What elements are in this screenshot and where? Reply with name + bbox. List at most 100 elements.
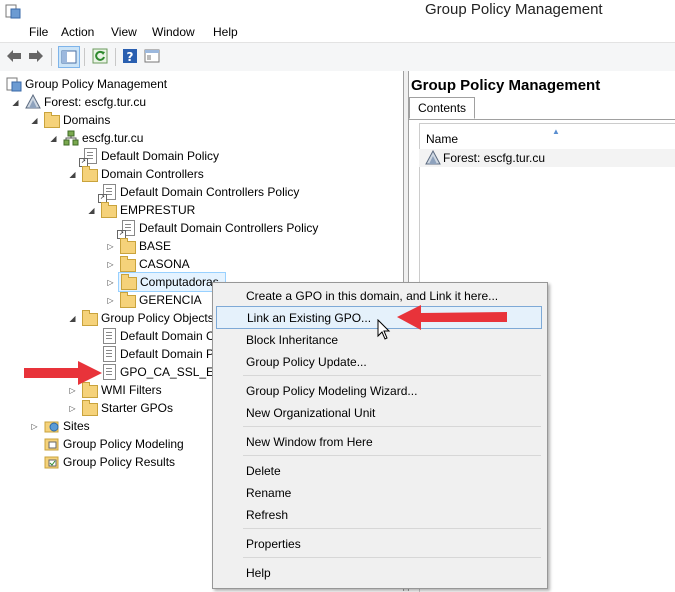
menu-item-delete[interactable]: Delete xyxy=(216,460,542,481)
collapse-icon[interactable]: ◢ xyxy=(68,314,77,323)
svg-text:?: ? xyxy=(127,50,134,64)
tree-node-casona[interactable]: CASONA xyxy=(120,255,190,273)
tree-node-domain-controllers[interactable]: Domain Controllers xyxy=(82,165,204,183)
menu-item-help[interactable]: Help xyxy=(216,562,542,583)
collapse-icon[interactable]: ◢ xyxy=(87,206,96,215)
tree-label: Default Domain Controllers Policy xyxy=(120,185,300,199)
gpm-app-icon xyxy=(5,4,21,19)
tree-node-gpo-default-dp[interactable]: Default Domain P xyxy=(101,345,214,363)
menu-item-new-window[interactable]: New Window from Here xyxy=(216,431,542,452)
folder-icon xyxy=(82,400,98,416)
tree-label: Group Policy Modeling xyxy=(63,437,184,451)
menu-item-refresh[interactable]: Refresh xyxy=(216,504,542,525)
forest-icon xyxy=(25,94,41,109)
tree-label: Forest: escfg.tur.cu xyxy=(44,95,147,109)
menu-action[interactable]: Action xyxy=(61,25,94,39)
tree-node-base[interactable]: BASE xyxy=(120,237,171,255)
gpm-icon xyxy=(6,77,22,92)
menu-item-gp-update[interactable]: Group Policy Update... xyxy=(216,351,542,372)
list-item[interactable]: Forest: escfg.tur.cu xyxy=(419,149,675,167)
tree-node-gpo-container[interactable]: Group Policy Objects xyxy=(82,309,214,327)
properties-icon[interactable] xyxy=(143,47,161,65)
back-arrow-icon[interactable] xyxy=(5,47,23,65)
tree-node-computadoras[interactable]: Computadoras xyxy=(118,272,226,292)
tree-label: WMI Filters xyxy=(101,383,162,397)
tree-node-default-domain-policy[interactable]: ↗ Default Domain Policy xyxy=(79,147,219,167)
expand-icon[interactable]: ▷ xyxy=(106,242,115,251)
help-icon[interactable]: ? xyxy=(121,47,139,65)
tree-node-emprestur[interactable]: EMPRESTUR xyxy=(101,201,195,219)
tree-node-gp-results[interactable]: Group Policy Results xyxy=(44,453,175,471)
expand-icon[interactable]: ▷ xyxy=(30,422,39,431)
tree-node-gp-modeling[interactable]: Group Policy Modeling xyxy=(44,435,184,453)
details-title: Group Policy Management xyxy=(411,77,601,94)
list-header: Name ▲ xyxy=(419,127,675,147)
tree-node-emprestur-dc-policy[interactable]: ↗ Default Domain Controllers Policy xyxy=(117,219,319,239)
tree-label: escfg.tur.cu xyxy=(82,131,144,145)
expand-icon[interactable]: ▷ xyxy=(106,296,115,305)
tree-label: Domains xyxy=(63,113,111,127)
expand-icon[interactable]: ▷ xyxy=(106,260,115,269)
menu-item-label: Delete xyxy=(246,463,281,478)
menu-separator xyxy=(243,375,541,376)
expand-icon[interactable]: ▷ xyxy=(68,404,77,413)
collapse-icon[interactable]: ◢ xyxy=(49,134,58,143)
tree-node-domains[interactable]: Domains xyxy=(44,111,110,129)
menu-item-label: Refresh xyxy=(246,507,289,522)
tree-node-gpo-default-dc[interactable]: Default Domain C xyxy=(101,327,215,345)
menu-view[interactable]: View xyxy=(111,25,137,39)
menu-item-label: Block Inheritance xyxy=(246,332,339,347)
menu-separator xyxy=(243,528,541,529)
tree-node-starter-gpos[interactable]: Starter GPOs xyxy=(82,399,173,417)
domain-icon xyxy=(63,130,79,146)
menu-item-modeling-wizard[interactable]: Group Policy Modeling Wizard... xyxy=(216,380,542,401)
folder-icon xyxy=(120,238,136,254)
menu-item-label: New Window from Here xyxy=(246,434,373,449)
window-title: Group Policy Management xyxy=(425,1,603,18)
toolbar-separator xyxy=(51,48,52,66)
menu-help[interactable]: Help xyxy=(213,25,238,39)
results-icon xyxy=(44,456,59,469)
collapse-icon[interactable]: ◢ xyxy=(68,170,77,179)
menu-item-properties[interactable]: Properties xyxy=(216,533,542,554)
menu-item-rename[interactable]: Rename xyxy=(216,482,542,503)
toolbar: ? xyxy=(0,42,675,72)
tree-node-gerencia[interactable]: GERENCIA xyxy=(120,291,202,309)
tree-node-domain[interactable]: escfg.tur.cu xyxy=(63,129,143,147)
tree-label: Sites xyxy=(63,419,90,433)
gpo-link-icon: ↗ xyxy=(79,148,98,167)
expand-icon[interactable]: ▷ xyxy=(106,278,115,287)
collapse-icon[interactable]: ◢ xyxy=(30,116,39,125)
menu-item-label: Properties xyxy=(246,536,301,551)
menu-item-label: Link an Existing GPO... xyxy=(247,310,372,325)
collapse-icon[interactable]: ◢ xyxy=(11,98,20,107)
tree-node-gpm-root[interactable]: Group Policy Management xyxy=(6,75,167,93)
tree-label: Default Domain C xyxy=(120,329,215,343)
tree-label: Computadoras xyxy=(140,275,219,289)
tree-node-sites[interactable]: Sites xyxy=(44,417,90,435)
tree-label: Default Domain Controllers Policy xyxy=(139,221,319,235)
title-bar: Group Policy Management xyxy=(0,0,675,22)
folder-icon xyxy=(82,166,98,182)
tree-label: Group Policy Management xyxy=(25,77,168,91)
menu-item-label: Group Policy Modeling Wizard... xyxy=(246,383,418,398)
menu-window[interactable]: Window xyxy=(152,25,195,39)
folder-icon xyxy=(120,292,136,308)
tab-contents[interactable]: Contents xyxy=(409,97,476,119)
menu-item-label: New Organizational Unit xyxy=(246,405,376,420)
modeling-icon xyxy=(44,438,59,451)
tree-label: BASE xyxy=(139,239,172,253)
tree-label: Group Policy Objects xyxy=(101,311,214,325)
menu-file[interactable]: File xyxy=(29,25,48,39)
tree-node-forest[interactable]: Forest: escfg.tur.cu xyxy=(25,93,146,111)
refresh-icon[interactable] xyxy=(91,47,109,65)
column-name-header[interactable]: Name xyxy=(426,132,458,146)
tree-node-default-dc-policy[interactable]: ↗ Default Domain Controllers Policy xyxy=(98,183,300,203)
tree-label: EMPRESTUR xyxy=(120,203,196,217)
menu-item-new-ou[interactable]: New Organizational Unit xyxy=(216,402,542,423)
show-hide-tree-icon[interactable] xyxy=(58,46,80,68)
menu-separator xyxy=(243,426,541,427)
tree-label: Default Domain P xyxy=(120,347,215,361)
forward-arrow-icon[interactable] xyxy=(27,47,45,65)
gpo-link-icon: ↗ xyxy=(117,220,136,239)
